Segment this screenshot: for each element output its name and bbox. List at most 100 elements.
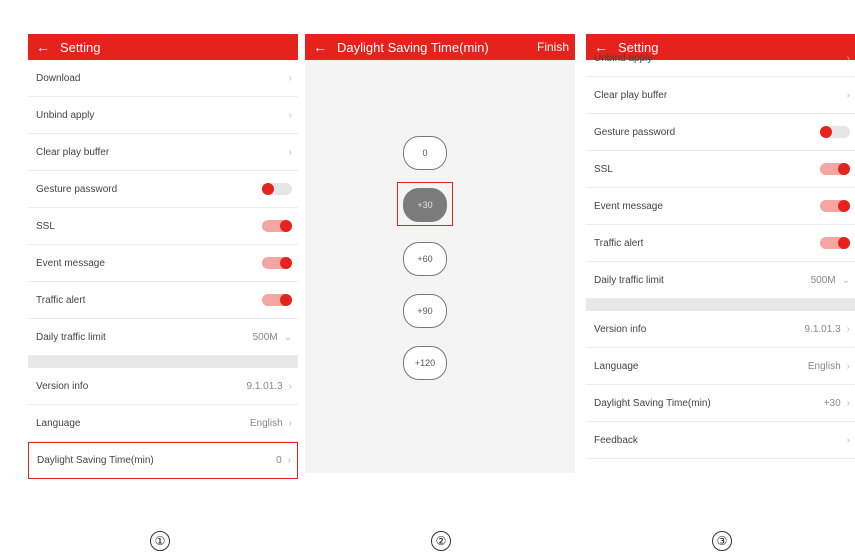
chevron-right-icon: › (846, 323, 850, 335)
toggle-knob (820, 126, 832, 138)
chevron-right-icon: › (288, 146, 292, 158)
setting-row[interactable]: Daylight Saving Time(min) +30 › (586, 385, 855, 422)
toggle-knob (262, 183, 274, 195)
settings-panel-3: ← Setting Unbind apply › Clear play buffer… (586, 34, 855, 487)
toggle-switch[interactable] (262, 294, 292, 306)
setting-row[interactable]: Download › (28, 60, 298, 97)
toggle-knob (838, 163, 850, 175)
toggle-switch[interactable] (820, 237, 850, 249)
toggle-knob (838, 237, 850, 249)
settings-list: Unbind apply › Clear play buffer › Gesture p… (586, 40, 855, 459)
toggle-knob (280, 257, 292, 269)
dst-options: 0 +30 +60 +90 +120 (305, 60, 575, 473)
step-marker-2: ② (431, 531, 451, 551)
setting-row[interactable]: Clear play buffer › (28, 134, 298, 171)
chevron-right-icon: › (288, 417, 292, 429)
dst-option-button[interactable]: 0 (403, 136, 447, 170)
setting-label: Gesture password (594, 126, 676, 138)
setting-row[interactable]: Unbind apply › (28, 97, 298, 134)
step-marker-1: ① (150, 531, 170, 551)
setting-row[interactable]: Traffic alert (28, 282, 298, 319)
settings-panel-1: ← Setting Download › Unbind apply › Clear pl… (28, 34, 298, 487)
header-title: Setting (60, 39, 101, 55)
setting-label: Language (36, 417, 81, 429)
chevron-right-icon: › (846, 397, 850, 409)
dst-panel: ← Daylight Saving Time(min) Finish 0 +30 +… (305, 34, 575, 487)
setting-row[interactable]: Feedback › (586, 422, 855, 459)
header-bar: ← Daylight Saving Time(min) Finish (305, 34, 575, 60)
toggle-switch[interactable] (820, 200, 850, 212)
chevron-down-icon: ⌄ (841, 274, 850, 286)
setting-row[interactable]: Gesture password (28, 171, 298, 208)
chevron-right-icon: › (288, 109, 292, 121)
setting-label: Traffic alert (36, 294, 86, 306)
toggle-knob (280, 220, 292, 232)
setting-value: +30 (823, 397, 841, 409)
section-divider (28, 356, 298, 368)
setting-row[interactable]: Daily traffic limit 500M ⌄ (586, 262, 855, 299)
setting-label: Version info (36, 380, 89, 392)
setting-label: Download (36, 72, 81, 84)
chevron-right-icon: › (846, 434, 850, 446)
setting-label: Traffic alert (594, 237, 644, 249)
setting-label: Daily traffic limit (594, 274, 664, 286)
setting-value: 500M (810, 274, 836, 286)
toggle-knob (838, 200, 850, 212)
setting-label: Version info (594, 323, 647, 335)
back-arrow-icon[interactable]: ← (313, 40, 327, 54)
setting-label: Feedback (594, 434, 638, 446)
setting-row[interactable]: Language English › (586, 348, 855, 385)
toggle-switch[interactable] (262, 257, 292, 269)
setting-value: 500M (252, 331, 278, 343)
toggle-switch[interactable] (262, 183, 292, 195)
setting-row[interactable]: SSL (28, 208, 298, 245)
setting-value: 9.1.01.3 (804, 323, 841, 335)
section-divider (586, 299, 855, 311)
dst-option-button[interactable]: +120 (403, 346, 447, 380)
setting-label: SSL (594, 163, 613, 175)
toggle-switch[interactable] (262, 220, 292, 232)
setting-label: Daylight Saving Time(min) (37, 455, 154, 466)
chevron-right-icon: › (846, 360, 850, 372)
toggle-knob (280, 294, 292, 306)
dst-option-button[interactable]: +60 (403, 242, 447, 276)
setting-row[interactable]: Daily traffic limit 500M ⌄ (28, 319, 298, 356)
setting-label: Gesture password (36, 183, 118, 195)
setting-row[interactable]: Daylight Saving Time(min) 0 › (28, 442, 298, 479)
setting-label: Event message (36, 257, 105, 269)
setting-label: Event message (594, 200, 663, 212)
chevron-down-icon: ⌄ (283, 331, 292, 343)
back-arrow-icon[interactable]: ← (36, 40, 50, 54)
setting-row[interactable]: Event message (586, 188, 855, 225)
setting-row[interactable]: Gesture password (586, 114, 855, 151)
settings-list: Download › Unbind apply › Clear play buffer ›… (28, 60, 298, 479)
setting-row[interactable]: Version info 9.1.01.3 › (28, 368, 298, 405)
setting-label: Daylight Saving Time(min) (594, 397, 711, 409)
setting-label: Clear play buffer (594, 89, 668, 101)
toggle-switch[interactable] (820, 163, 850, 175)
setting-row[interactable]: Traffic alert (586, 225, 855, 262)
dst-option-button[interactable]: +90 (403, 294, 447, 328)
setting-row[interactable]: Version info 9.1.01.3 › (586, 311, 855, 348)
selection-highlight-box (397, 182, 453, 226)
chevron-right-icon: › (846, 52, 850, 64)
finish-button[interactable]: Finish (537, 40, 575, 54)
toggle-switch[interactable] (820, 126, 850, 138)
setting-value: English (249, 417, 283, 429)
setting-row[interactable]: SSL (586, 151, 855, 188)
setting-label: Unbind apply (36, 109, 95, 121)
setting-label: Unbind apply (594, 52, 653, 64)
setting-value: English (807, 360, 841, 372)
setting-label: SSL (36, 220, 55, 232)
setting-label: Daily traffic limit (36, 331, 106, 343)
setting-value: 9.1.01.3 (246, 380, 283, 392)
setting-row[interactable]: Clear play buffer › (586, 77, 855, 114)
setting-row[interactable]: Unbind apply › (586, 40, 855, 77)
setting-row[interactable]: Language English › (28, 405, 298, 442)
chevron-right-icon: › (288, 72, 292, 84)
header-bar: ← Setting (28, 34, 298, 60)
setting-row[interactable]: Event message (28, 245, 298, 282)
setting-label: Clear play buffer (36, 146, 110, 158)
chevron-right-icon: › (288, 380, 292, 392)
setting-label: Language (594, 360, 639, 372)
